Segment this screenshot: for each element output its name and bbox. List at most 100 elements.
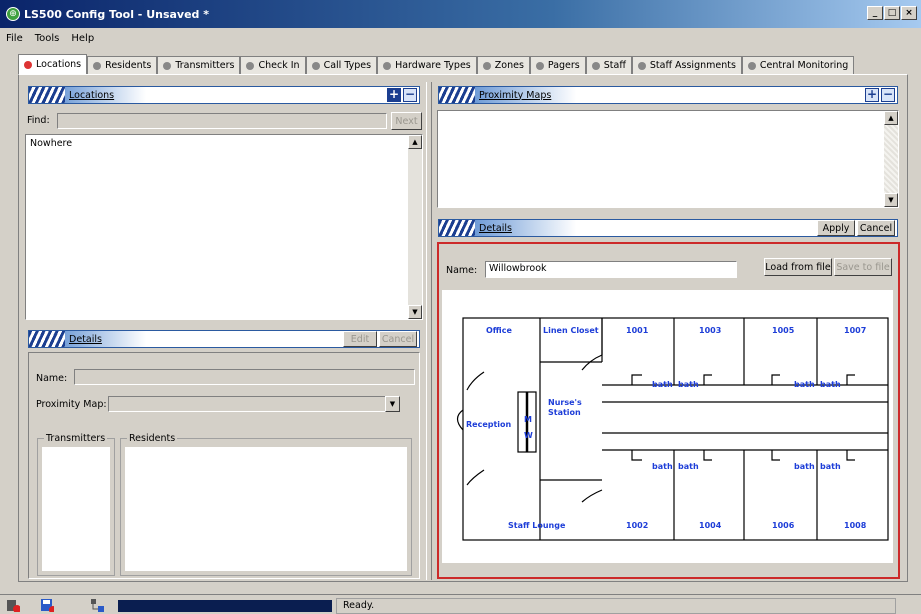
room-linen-closet: Linen Closet [543,326,599,335]
tab-label: Hardware Types [395,60,471,71]
app-icon: ⊕ [6,7,20,21]
network-icon[interactable] [90,598,104,612]
tab-dot-icon [24,60,32,69]
find-label: Find: [27,115,50,126]
add-location-button[interactable]: + [387,88,401,102]
tab-residents[interactable]: Residents [87,56,158,74]
tab-label: Zones [494,60,524,71]
header-stripes [439,87,475,103]
tab-central-monitoring[interactable]: Central Monitoring [741,56,855,74]
tab-staff-assignments[interactable]: Staff Assignments [631,56,742,74]
header-stripes [29,331,65,347]
tab-dot-icon [246,61,255,70]
restroom-m: M [524,415,532,424]
menu-help[interactable]: Help [71,33,94,44]
proximity-map-select[interactable] [108,396,400,412]
right-details-header: Details Apply Cancel [438,219,898,237]
right-cancel-button[interactable]: Cancel [857,220,895,236]
proximity-scrollbar[interactable]: ▲ ▼ [884,111,898,207]
tab-transmitters[interactable]: Transmitters [157,56,241,74]
room-1004: 1004 [699,521,722,530]
bath-label: bath [820,462,841,471]
vertical-splitter[interactable] [426,82,432,580]
tab-label: Locations [36,59,82,70]
transmitters-label: Transmitters [44,433,108,444]
status-bar: Ready. [0,594,921,614]
room-staff-lounge: Staff Lounge [508,521,566,530]
name-label: Name: [36,373,68,384]
right-details-title: Details [479,222,512,234]
tab-label: Staff [603,60,626,71]
transmitters-group: Transmitters [37,433,115,576]
map-name-field[interactable]: Willowbrook [485,261,737,278]
tab-hardware-types[interactable]: Hardware Types [377,56,477,74]
scroll-down-icon[interactable]: ▼ [408,305,422,319]
scroll-up-icon[interactable]: ▲ [884,111,898,125]
residents-label: Residents [127,433,178,444]
bath-label: bath [678,462,699,471]
menu-tools[interactable]: Tools [35,33,60,44]
scroll-down-icon[interactable]: ▼ [884,193,898,207]
remove-location-button[interactable]: − [403,88,417,102]
locations-scrollbar[interactable]: ▲ ▼ [408,135,422,319]
tab-label: Staff Assignments [649,60,736,71]
proximity-maps-title: Proximity Maps [479,89,552,101]
residents-list[interactable] [125,447,407,571]
locations-title: Locations [69,89,115,101]
bath-label: bath [678,380,699,389]
list-item[interactable]: Nowhere [30,138,72,149]
room-reception: Reception [466,420,512,429]
find-input[interactable] [57,113,387,129]
tab-dot-icon [591,61,600,70]
bath-label: bath [794,462,815,471]
chevron-down-icon[interactable]: ▼ [385,396,400,412]
minimize-button[interactable]: _ [867,6,883,20]
save-error-icon[interactable] [40,598,54,612]
tab-dot-icon [535,61,544,70]
room-1007: 1007 [844,326,867,335]
left-details-title: Details [69,333,102,345]
room-1006: 1006 [772,521,795,530]
proximity-maps-list[interactable]: ▲ ▼ [437,110,899,208]
tab-pagers[interactable]: Pagers [529,56,586,74]
floor-plan: Office Linen Closet Reception Nurse's St… [442,290,893,563]
tab-check-in[interactable]: Check In [240,56,306,74]
tab-zones[interactable]: Zones [476,56,530,74]
scroll-up-icon[interactable]: ▲ [408,135,422,149]
load-from-file-button[interactable]: Load from file [764,258,832,276]
header-stripes [29,87,65,103]
database-error-icon[interactable] [6,598,20,612]
menu-file[interactable]: File [6,33,23,44]
window-title: LS500 Config Tool - Unsaved * [24,7,210,21]
bath-label: bath [652,462,673,471]
tab-dot-icon [482,61,491,70]
bath-label: bath [652,380,673,389]
locations-list[interactable]: Nowhere ▲ ▼ [25,134,423,320]
tab-call-types[interactable]: Call Types [305,56,378,74]
header-stripes [439,220,475,236]
maximize-button[interactable]: □ [884,6,900,20]
locations-header: Locations + − [28,86,420,104]
close-button[interactable]: × [901,6,917,20]
save-to-file-button[interactable]: Save to file [834,258,892,276]
left-cancel-button[interactable]: Cancel [379,331,417,347]
progress-bar [118,600,332,612]
restroom-w: W [524,431,533,440]
add-map-button[interactable]: + [865,88,879,102]
transmitters-list[interactable] [42,447,110,571]
bath-label: bath [794,380,815,389]
proximity-map-label: Proximity Map: [36,399,107,410]
next-button[interactable]: Next [391,112,422,130]
apply-button[interactable]: Apply [817,220,855,236]
tab-staff[interactable]: Staff [585,56,632,74]
tab-locations[interactable]: Locations [18,54,88,74]
nurse-station-line1: Nurse's [548,398,582,407]
room-office: Office [486,326,512,335]
left-details-header: Details Edit Cancel [28,330,420,348]
tab-label: Check In [258,60,300,71]
nurse-station-line2: Station [548,408,581,417]
bath-label: bath [820,380,841,389]
remove-map-button[interactable]: − [881,88,895,102]
location-name-field[interactable] [74,369,415,385]
edit-button[interactable]: Edit [343,331,377,347]
